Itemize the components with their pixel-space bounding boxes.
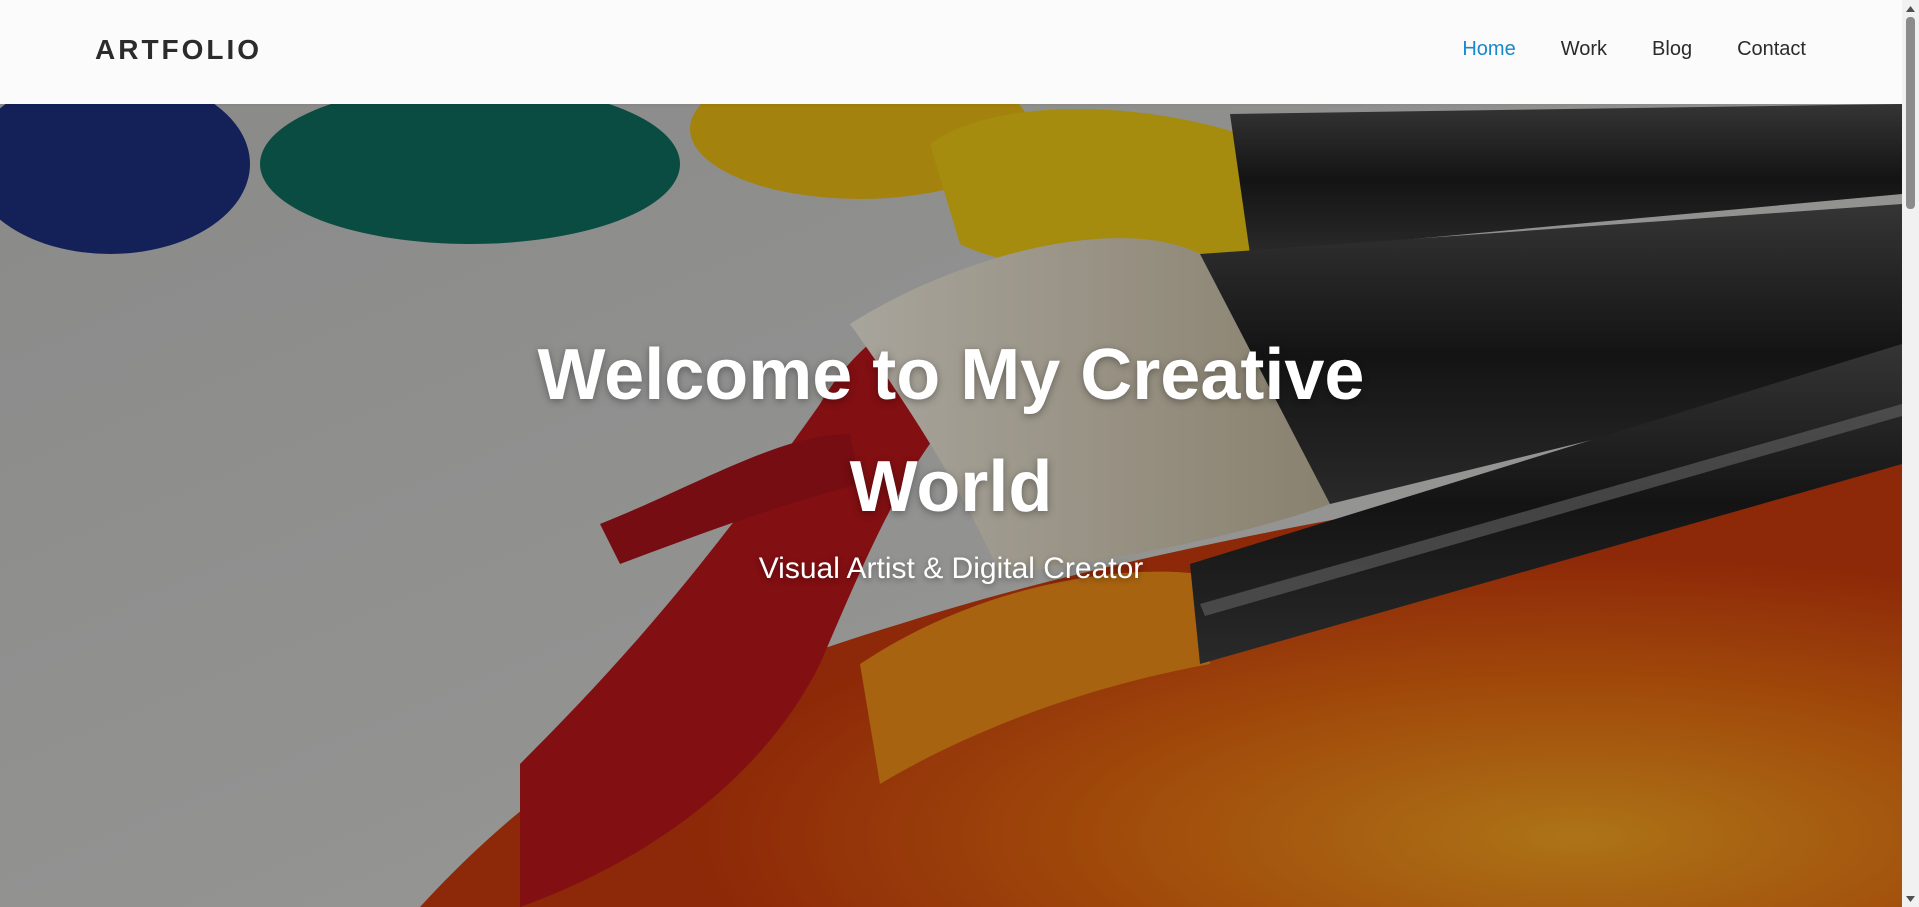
nav-contact-link[interactable]: Contact [1737,38,1806,61]
site-logo[interactable]: ARTFOLIO [95,34,262,66]
page: ARTFOLIO Home Work Blog Contact Welcome … [0,0,1919,907]
main-nav: Home Work Blog Contact [1417,38,1806,61]
nav-work-link[interactable]: Work [1561,38,1607,61]
chevron-down-icon[interactable] [1902,890,1919,907]
site-header: ARTFOLIO Home Work Blog Contact [0,0,1902,104]
hero-subtitle: Visual Artist & Digital Creator [758,552,1144,585]
nav-home-link[interactable]: Home [1462,38,1515,61]
scrollbar-thumb[interactable] [1906,17,1915,209]
nav-blog-link[interactable]: Blog [1652,38,1692,61]
hero-title: Welcome to My Creative World [537,335,1365,527]
viewport: ARTFOLIO Home Work Blog Contact Welcome … [0,0,1902,907]
hero-section: Welcome to My Creative World Visual Arti… [0,104,1902,907]
vertical-scrollbar[interactable] [1902,0,1919,907]
chevron-up-icon[interactable] [1902,0,1919,17]
